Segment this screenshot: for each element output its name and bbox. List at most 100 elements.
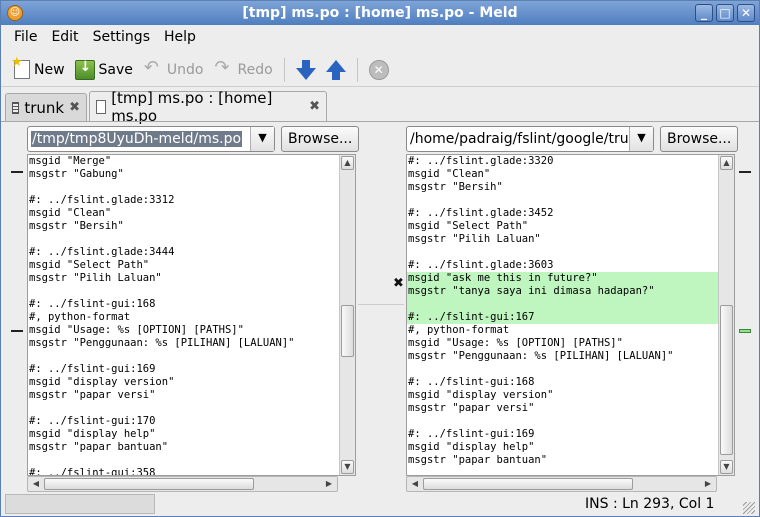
code-line[interactable]: msgstr "Penggunaan: %s [PILIHAN] [LALUAN…: [408, 350, 718, 363]
new-button[interactable]: New: [9, 55, 70, 85]
code-line[interactable]: #, python-format: [408, 324, 718, 337]
code-line[interactable]: #: ../fslint-gui:168: [29, 298, 339, 311]
previous-change-button[interactable]: [321, 55, 351, 85]
code-line[interactable]: msgstr "Bersih": [408, 181, 718, 194]
code-line[interactable]: [408, 363, 718, 376]
left-hscroll-thumb[interactable]: [44, 478, 254, 490]
code-line[interactable]: msgstr "tanya saya ini dimasa hadapan?": [407, 285, 718, 298]
minimize-button[interactable]: _: [695, 4, 713, 22]
code-line[interactable]: [29, 285, 339, 298]
right-path-text[interactable]: /home/padraig/fslint/google/trunk: [407, 131, 629, 147]
scroll-up-icon[interactable]: ▲: [720, 156, 733, 170]
code-line[interactable]: msgstr "Pilih Laluan": [408, 233, 718, 246]
right-path-combo[interactable]: /home/padraig/fslint/google/trunk ▼: [406, 126, 654, 152]
right-scroll-thumb[interactable]: [720, 305, 733, 455]
save-button[interactable]: Save: [70, 55, 138, 85]
code-line[interactable]: #: ../fslint.glade:3312: [29, 194, 339, 207]
code-line[interactable]: msgid "display version": [408, 389, 718, 402]
close-tab-icon[interactable]: ✖: [69, 100, 80, 115]
redo-button[interactable]: Redo: [209, 55, 278, 85]
scroll-up-icon[interactable]: ▲: [341, 156, 354, 170]
next-change-button[interactable]: [291, 55, 321, 85]
code-line[interactable]: msgid "Merge": [29, 155, 339, 168]
left-path-combo[interactable]: /tmp/tmp8UyuDh-meld/ms.po ▼: [27, 126, 275, 152]
left-path-text[interactable]: /tmp/tmp8UyuDh-meld/ms.po: [28, 131, 250, 147]
right-diff-map[interactable]: [737, 154, 760, 476]
code-line[interactable]: #: ../fslint.glade:3452: [408, 207, 718, 220]
code-line[interactable]: msgstr "papar bantuan": [408, 454, 718, 467]
right-hscroll-thumb[interactable]: [423, 478, 633, 490]
undo-button[interactable]: Undo: [138, 55, 209, 85]
left-vertical-scrollbar[interactable]: ▲ ▼: [339, 155, 355, 475]
code-line[interactable]: [29, 233, 339, 246]
code-line[interactable]: msgstr "papar versi": [29, 389, 339, 402]
code-line[interactable]: msgstr "Penggunaan: %s [PILIHAN] [LALUAN…: [29, 337, 339, 350]
left-diff-map[interactable]: [1, 154, 25, 476]
code-line[interactable]: msgid "Clean": [408, 168, 718, 181]
code-line[interactable]: msgstr "Bersih": [29, 220, 339, 233]
link-area[interactable]: [358, 154, 404, 476]
menu-edit[interactable]: Edit: [44, 29, 85, 45]
code-line[interactable]: #: ../fslint.glade:3444: [29, 246, 339, 259]
scroll-right-icon[interactable]: ▶: [701, 478, 715, 490]
delete-change-icon[interactable]: ✖: [393, 276, 404, 291]
scroll-left-icon[interactable]: ◀: [408, 478, 422, 490]
code-line[interactable]: #: ../fslint-gui:167: [407, 311, 718, 324]
left-browse-button[interactable]: Browse...: [281, 126, 360, 152]
right-text-view[interactable]: #: ../fslint.glade:3320 msgid "Clean" msgs…: [407, 155, 718, 475]
code-line[interactable]: #, python-format: [29, 311, 339, 324]
code-line[interactable]: msgid "Select Path": [408, 220, 718, 233]
left-text-view[interactable]: msgid "Merge" msgstr "Gabung" #: ../fslint…: [28, 155, 339, 475]
right-browse-button[interactable]: Browse...: [660, 126, 739, 152]
code-line[interactable]: msgstr "papar versi": [408, 402, 718, 415]
code-line[interactable]: #: ../fslint.glade:3603: [408, 259, 718, 272]
meld-icon[interactable]: ☺: [7, 5, 23, 21]
code-line[interactable]: msgid "display help": [408, 441, 718, 454]
chevron-down-icon[interactable]: ▼: [629, 127, 653, 151]
code-line[interactable]: msgid "display help": [29, 428, 339, 441]
left-horizontal-scrollbar[interactable]: ◀ ▶: [27, 476, 338, 492]
code-line[interactable]: msgid "ask me this in future?": [407, 272, 718, 285]
code-line[interactable]: [407, 298, 718, 311]
close-window-button[interactable]: ✕: [737, 4, 755, 22]
code-line[interactable]: [408, 246, 718, 259]
code-line[interactable]: msgstr "papar bantuan": [29, 441, 339, 454]
tab-trunk[interactable]: trunk ✖: [5, 93, 87, 121]
left-scroll-thumb[interactable]: [341, 305, 354, 357]
code-line[interactable]: [29, 181, 339, 194]
right-vertical-scrollbar[interactable]: ▲ ▼: [718, 155, 734, 475]
scroll-left-icon[interactable]: ◀: [29, 478, 43, 490]
code-line[interactable]: #: ../fslint-gui:170: [29, 415, 339, 428]
code-line[interactable]: msgid "Clean": [29, 207, 339, 220]
code-line[interactable]: msgid "Usage: %s [OPTION] [PATHS]": [408, 337, 718, 350]
resize-grip-icon[interactable]: [743, 502, 755, 514]
code-line[interactable]: #: ../fslint-gui:169: [408, 428, 718, 441]
code-line[interactable]: #: ../fslint-gui:169: [29, 363, 339, 376]
code-line[interactable]: msgstr "Gabung": [29, 168, 339, 181]
code-line[interactable]: [408, 415, 718, 428]
code-line[interactable]: #: ../fslint.glade:3320: [408, 155, 718, 168]
left-editor-pane[interactable]: msgid "Merge" msgstr "Gabung" #: ../fslint…: [27, 154, 356, 476]
code-line[interactable]: [408, 194, 718, 207]
chevron-down-icon[interactable]: ▼: [250, 127, 274, 151]
menu-help[interactable]: Help: [157, 29, 203, 45]
right-horizontal-scrollbar[interactable]: ◀ ▶: [406, 476, 717, 492]
code-line[interactable]: #: ../fslint-gui:168: [408, 376, 718, 389]
maximize-button[interactable]: □: [716, 4, 734, 22]
code-line[interactable]: msgstr "Pilih Laluan": [29, 272, 339, 285]
code-line[interactable]: [29, 402, 339, 415]
stop-button[interactable]: ✕: [364, 55, 394, 85]
menu-file[interactable]: File: [7, 29, 44, 45]
code-line[interactable]: #: ../fslint-gui:358: [29, 467, 339, 475]
code-line[interactable]: [29, 350, 339, 363]
menu-settings[interactable]: Settings: [86, 29, 157, 45]
code-line[interactable]: msgid "display version": [29, 376, 339, 389]
code-line[interactable]: msgid "Usage: %s [OPTION] [PATHS]": [29, 324, 339, 337]
close-tab-icon[interactable]: ✖: [309, 99, 320, 114]
code-line[interactable]: [29, 454, 339, 467]
tab-ms-po[interactable]: [tmp] ms.po : [home] ms.po ✖: [89, 89, 327, 125]
code-line[interactable]: msgid "Select Path": [29, 259, 339, 272]
right-editor-pane[interactable]: #: ../fslint.glade:3320 msgid "Clean" msgs…: [406, 154, 735, 476]
scroll-down-icon[interactable]: ▼: [720, 460, 733, 474]
scroll-right-icon[interactable]: ▶: [322, 478, 336, 490]
